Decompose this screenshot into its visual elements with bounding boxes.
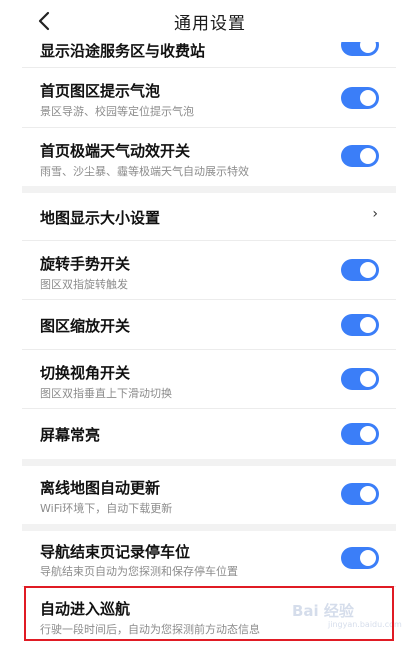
watermark-logo: Bai 经验 jingyan.baidu.com xyxy=(292,594,402,634)
settings-row-parking[interactable]: 导航结束页记录停车位 导航结束页自动为您探测和保存停车位置 xyxy=(22,531,396,587)
toggle-switch[interactable] xyxy=(341,145,379,167)
toggle-knob xyxy=(360,317,376,333)
toggle-switch[interactable] xyxy=(341,314,379,336)
toggle-knob xyxy=(360,371,376,387)
settings-row-map-bubble[interactable]: 首页图区提示气泡 景区导游、校园等定位提示气泡 xyxy=(22,68,396,128)
toggle-knob xyxy=(360,550,376,566)
row-title: 自动进入巡航 xyxy=(40,600,131,618)
row-subtitle: 导航结束页自动为您探测和保存停车位置 xyxy=(40,565,238,578)
toggle-knob xyxy=(360,148,376,164)
section-divider xyxy=(22,524,396,531)
chevron-right-icon: › xyxy=(372,206,378,222)
settings-row-view-angle[interactable]: 切换视角开关 图区双指垂直上下滑动切换 xyxy=(22,350,396,409)
row-subtitle: 景区导游、校园等定位提示气泡 xyxy=(40,105,194,118)
row-title: 屏幕常亮 xyxy=(40,426,101,444)
row-title: 地图显示大小设置 xyxy=(40,209,161,227)
row-subtitle: 雨雪、沙尘暴、霾等极端天气自动展示特效 xyxy=(40,165,249,178)
settings-row-offline-update[interactable]: 离线地图自动更新 WiFi环境下，自动下载更新 xyxy=(22,466,396,524)
settings-row-rotate-gesture[interactable]: 旋转手势开关 图区双指旋转触发 xyxy=(22,241,396,300)
toggle-switch[interactable] xyxy=(341,87,379,109)
row-title: 离线地图自动更新 xyxy=(40,479,161,497)
settings-row-zoom[interactable]: 图区缩放开关 xyxy=(22,300,396,350)
toggle-knob xyxy=(360,262,376,278)
watermark-url: jingyan.baidu.com xyxy=(328,620,402,629)
row-title: 显示沿途服务区与收费站 xyxy=(40,42,206,60)
toggle-switch[interactable] xyxy=(341,259,379,281)
toggle-switch[interactable] xyxy=(341,483,379,505)
toggle-knob xyxy=(360,90,376,106)
row-title: 切换视角开关 xyxy=(40,364,131,382)
toggle-switch[interactable] xyxy=(341,423,379,445)
page-title: 通用设置 xyxy=(174,14,246,34)
row-title: 首页极端天气动效开关 xyxy=(40,142,191,160)
row-subtitle: 图区双指垂直上下滑动切换 xyxy=(40,387,172,400)
toggle-switch[interactable] xyxy=(341,368,379,390)
row-subtitle: 行驶一段时间后，自动为您探测前方动态信息 xyxy=(40,623,260,636)
settings-row-weather-effect[interactable]: 首页极端天气动效开关 雨雪、沙尘暴、霾等极端天气自动展示特效 xyxy=(22,128,396,186)
section-divider xyxy=(22,459,396,466)
row-subtitle: 图区双指旋转触发 xyxy=(40,278,128,291)
row-title: 导航结束页记录停车位 xyxy=(40,543,191,561)
row-title: 旋转手势开关 xyxy=(40,255,131,273)
row-title: 图区缩放开关 xyxy=(40,317,131,335)
toggle-knob xyxy=(360,426,376,442)
watermark-text: Bai 经验 xyxy=(292,602,354,620)
row-subtitle: WiFi环境下，自动下载更新 xyxy=(40,502,173,515)
toggle-knob xyxy=(360,486,376,502)
toggle-switch[interactable] xyxy=(341,547,379,569)
settings-row-screen-on[interactable]: 屏幕常亮 xyxy=(22,409,396,459)
section-divider xyxy=(22,186,396,193)
top-bar: 通用设置 xyxy=(0,0,420,42)
settings-row-map-size[interactable]: 地图显示大小设置 › xyxy=(22,193,396,241)
row-title: 首页图区提示气泡 xyxy=(40,82,161,100)
settings-screen: 显示沿途服务区与收费站 首页图区提示气泡 景区导游、校园等定位提示气泡 首页极端… xyxy=(0,0,420,650)
